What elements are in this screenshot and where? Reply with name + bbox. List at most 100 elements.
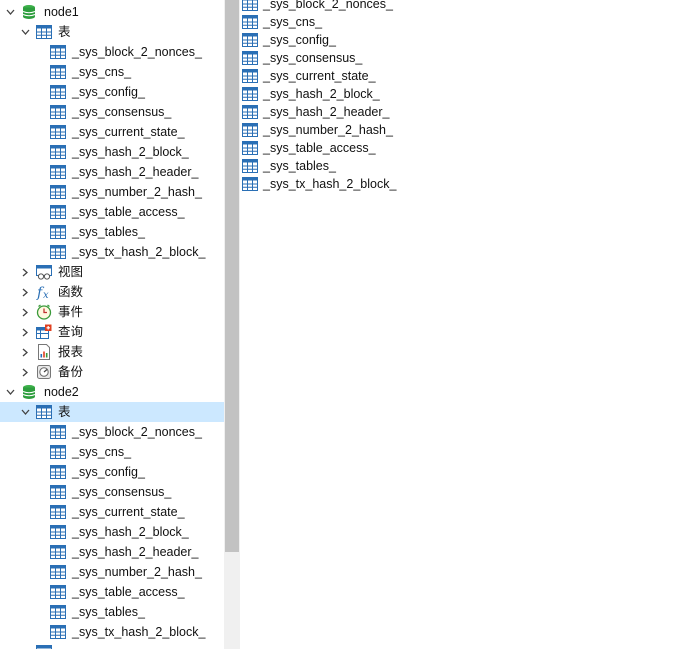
tree-table-item[interactable]: _sys_consensus_: [0, 482, 224, 502]
tree-table-item[interactable]: _sys_number_2_hash_: [0, 182, 224, 202]
list-item-label: _sys_table_access_: [263, 141, 376, 155]
tree-category-partial[interactable]: [0, 642, 224, 649]
tree-table-item[interactable]: _sys_hash_2_block_: [0, 142, 224, 162]
table-icon: [36, 404, 52, 420]
query-icon: [36, 324, 52, 340]
tree-table-item[interactable]: _sys_tx_hash_2_block_: [0, 622, 224, 642]
tree-category-function[interactable]: f x 函数: [0, 282, 224, 302]
chevron-down-icon[interactable]: [19, 22, 31, 42]
tree-table-item[interactable]: _sys_cns_: [0, 62, 224, 82]
tree-scrollbar[interactable]: [224, 0, 240, 649]
table-label: _sys_tables_: [72, 605, 145, 619]
category-label: 报表: [58, 345, 84, 359]
tree-table-item[interactable]: _sys_block_2_nonces_: [0, 42, 224, 62]
category-label: 表: [58, 405, 71, 419]
tree-table-item[interactable]: _sys_table_access_: [0, 582, 224, 602]
tree-node-node1[interactable]: node1: [0, 2, 224, 22]
table-icon: [242, 68, 258, 84]
tree-table-item[interactable]: _sys_hash_2_header_: [0, 162, 224, 182]
table-icon: [242, 86, 258, 102]
table-icon: [50, 204, 66, 220]
table-icon: [50, 84, 66, 100]
table-icon: [50, 484, 66, 500]
category-label: 视图: [58, 265, 84, 279]
category-label: 表: [58, 25, 71, 39]
backup-icon: [36, 364, 52, 380]
database-icon: [21, 4, 37, 20]
table-icon: [50, 104, 66, 120]
table-icon: [50, 184, 66, 200]
tree-table-item[interactable]: _sys_number_2_hash_: [0, 562, 224, 582]
tree-table-item[interactable]: _sys_tables_: [0, 602, 224, 622]
object-list[interactable]: _sys_block_2_nonces_ _sys_cns_ _sys_config…: [240, 0, 696, 649]
tree-category-view[interactable]: 视图: [0, 262, 224, 282]
table-label: _sys_table_access_: [72, 585, 185, 599]
table-icon: [242, 176, 258, 192]
chevron-right-icon[interactable]: [19, 302, 31, 322]
table-label: _sys_cns_: [72, 445, 132, 459]
table-label: _sys_current_state_: [72, 125, 185, 139]
node-label: node2: [44, 385, 79, 399]
tree-category-report[interactable]: 报表: [0, 342, 224, 362]
tree-table-item[interactable]: _sys_config_: [0, 462, 224, 482]
tree-category-tables-selected[interactable]: 表: [0, 402, 224, 422]
tree-table-item[interactable]: _sys_hash_2_block_: [0, 522, 224, 542]
table-icon: [50, 64, 66, 80]
category-label: 查询: [58, 325, 84, 339]
table-label: _sys_cns_: [72, 65, 132, 79]
category-label: 函数: [58, 285, 84, 299]
table-icon: [50, 604, 66, 620]
chevron-right-icon[interactable]: [19, 322, 31, 342]
chevron-right-icon[interactable]: [19, 342, 31, 362]
chevron-right-icon[interactable]: [19, 262, 31, 282]
tree-scrollbar-thumb[interactable]: [225, 0, 239, 552]
tree-table-item[interactable]: _sys_current_state_: [0, 122, 224, 142]
table-label: _sys_hash_2_block_: [72, 525, 189, 539]
category-label: 事件: [58, 305, 84, 319]
tree-table-item[interactable]: _sys_block_2_nonces_: [0, 422, 224, 442]
table-label: _sys_current_state_: [72, 505, 185, 519]
tree-category-tables[interactable]: 表: [0, 22, 224, 42]
chevron-down-icon[interactable]: [19, 402, 31, 422]
chevron-down-icon[interactable]: [4, 2, 16, 22]
tree-table-item[interactable]: _sys_table_access_: [0, 202, 224, 222]
tree-table-item[interactable]: _sys_consensus_: [0, 102, 224, 122]
navigator-tree[interactable]: node1 表 _sys_block_2_nonces_ _sys_cns_ _sy…: [0, 0, 224, 649]
table-label: _sys_consensus_: [72, 485, 172, 499]
chevron-right-icon[interactable]: [19, 362, 31, 382]
category-label: 备份: [58, 365, 84, 379]
table-icon: [50, 224, 66, 240]
table-icon: [50, 624, 66, 640]
table-label: _sys_config_: [72, 465, 145, 479]
list-item-label: _sys_config_: [263, 33, 336, 47]
tree-category-query[interactable]: 查询: [0, 322, 224, 342]
table-label: _sys_tables_: [72, 225, 145, 239]
tree-node-node2[interactable]: node2: [0, 382, 224, 402]
chevron-right-icon[interactable]: [19, 282, 31, 302]
table-icon: [242, 14, 258, 30]
list-item-label: _sys_hash_2_block_: [263, 87, 380, 101]
view-icon: [36, 644, 52, 649]
table-label: _sys_tx_hash_2_block_: [72, 245, 206, 259]
tree-table-item[interactable]: _sys_config_: [0, 82, 224, 102]
table-icon: [242, 50, 258, 66]
table-label: _sys_block_2_nonces_: [72, 425, 202, 439]
table-icon: [50, 144, 66, 160]
database-icon: [21, 384, 37, 400]
table-icon: [50, 164, 66, 180]
tree-table-item[interactable]: _sys_tx_hash_2_block_: [0, 242, 224, 262]
chevron-down-icon[interactable]: [4, 382, 16, 402]
table-icon: [50, 504, 66, 520]
table-icon: [50, 244, 66, 260]
report-icon: [36, 344, 52, 360]
tree-table-item[interactable]: _sys_hash_2_header_: [0, 542, 224, 562]
table-label: _sys_config_: [72, 85, 145, 99]
table-icon: [50, 584, 66, 600]
tree-category-event-clock[interactable]: 事件: [0, 302, 224, 322]
table-icon: [36, 24, 52, 40]
tree-table-item[interactable]: _sys_tables_: [0, 222, 224, 242]
tree-table-item[interactable]: _sys_cns_: [0, 442, 224, 462]
event-clock-icon: [36, 304, 52, 320]
tree-category-backup[interactable]: 备份: [0, 362, 224, 382]
tree-table-item[interactable]: _sys_current_state_: [0, 502, 224, 522]
